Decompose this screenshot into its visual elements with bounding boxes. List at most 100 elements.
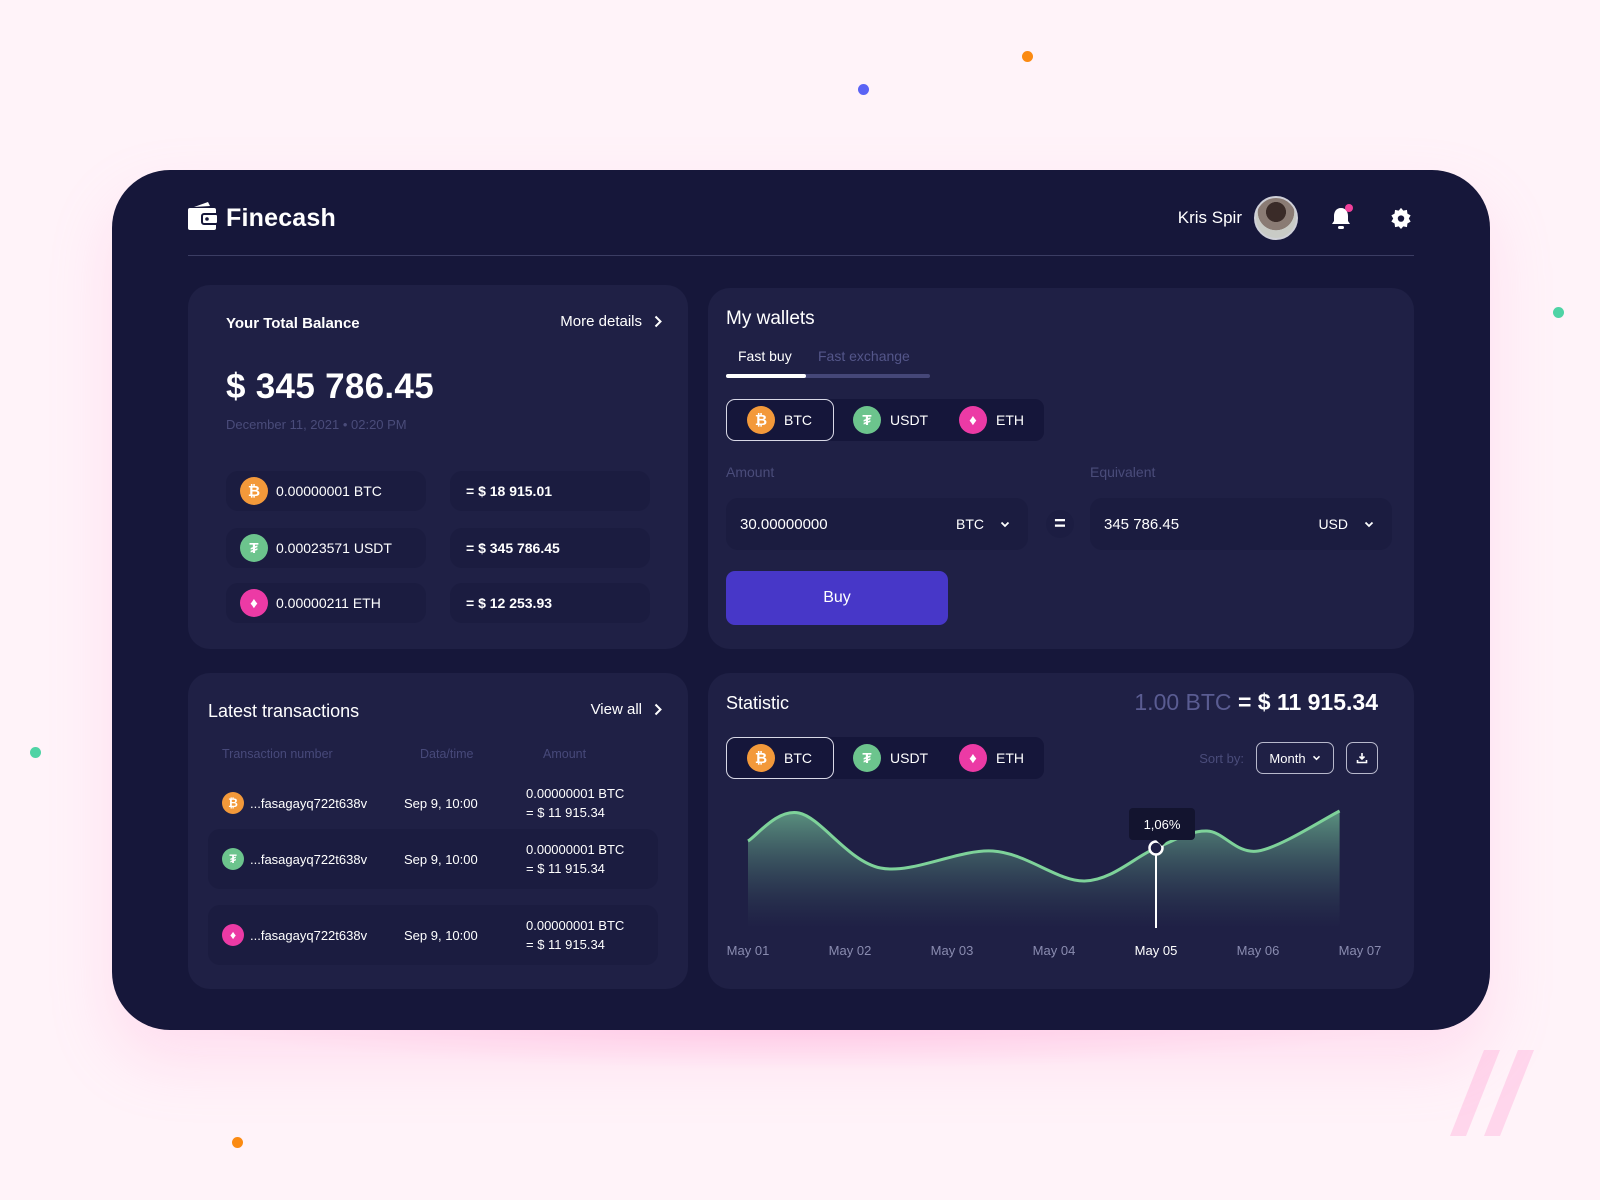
ethereum-icon: ♦ xyxy=(222,924,244,946)
tab-fast-exchange[interactable]: Fast exchange xyxy=(818,348,910,364)
notification-badge xyxy=(1345,204,1353,212)
sort-by-label: Sort by: xyxy=(1199,751,1244,766)
chevron-down-icon xyxy=(1312,755,1320,761)
coin-label: ETH xyxy=(996,412,1024,428)
asset-row-usdt: ₮ 0.00023571 USDT = $ 345 786.45 xyxy=(226,528,650,568)
amount-crypto: 0.00000001 BTC xyxy=(526,918,625,933)
amount-usd: = $ 11 915.34 xyxy=(526,861,605,876)
amount-field[interactable]: 30.00000000 BTC xyxy=(726,498,1028,550)
coin-option-usdt[interactable]: ₮ USDT xyxy=(834,737,942,779)
asset-qty: ₿ 0.00000001 BTC xyxy=(226,471,426,511)
app-window: Finecash Kris Spir Your Total Balance Mo… xyxy=(112,170,1490,1030)
chart-tooltip: 1,06% xyxy=(1129,808,1195,846)
view-all-label: View all xyxy=(590,701,642,718)
coin-option-eth[interactable]: ♦ ETH xyxy=(942,737,1042,779)
statistic-title: Statistic xyxy=(726,693,790,713)
asset-qty-text: 0.00000001 BTC xyxy=(276,483,382,499)
x-tick-label: May 03 xyxy=(931,943,974,958)
ethereum-icon: ♦ xyxy=(959,744,987,772)
amount-unit-select[interactable]: BTC xyxy=(956,516,984,532)
transaction-id: ...fasagayq722t638v xyxy=(250,795,368,811)
user-name[interactable]: Kris Spir xyxy=(1178,208,1242,228)
coin-option-usdt[interactable]: ₮ USDT xyxy=(834,399,942,441)
user-area: Kris Spir xyxy=(1178,196,1414,240)
bitcoin-icon: ₿ xyxy=(240,477,268,505)
statistic-card: Statistic 1.00 BTC = $ 11 915.34 ₿ BTC ₮ U… xyxy=(708,673,1414,989)
tether-icon: ₮ xyxy=(853,406,881,434)
bitcoin-icon: ₿ xyxy=(747,744,775,772)
equivalent-input[interactable]: 345 786.45 xyxy=(1104,516,1318,533)
my-wallets-card: My wallets Fast buy Fast exchange ₿ BTC ₮… xyxy=(708,288,1414,649)
balance-title: Your Total Balance xyxy=(226,315,360,332)
asset-value: = $ 18 915.01 xyxy=(450,471,650,511)
table-row[interactable]: ♦ ...fasagayq722t638v Sep 9, 10:00 0.0000… xyxy=(208,905,658,965)
asset-qty-text: 0.00000211 ETH xyxy=(276,595,381,611)
statistic-coin-switch: ₿ BTC ₮ USDT ♦ ETH xyxy=(726,737,1044,779)
sort-select[interactable]: Month xyxy=(1256,742,1334,774)
x-tick-label: May 01 xyxy=(727,943,770,958)
column-header: Data/time xyxy=(420,747,474,761)
tab-fast-buy[interactable]: Fast buy xyxy=(738,348,792,364)
more-details-link[interactable]: More details xyxy=(560,313,662,330)
statistic-chart: May 01 May 02 May 03 May 04 May 05 May 06 May … xyxy=(727,809,1381,958)
decor-dot-teal xyxy=(1553,307,1564,318)
brand-name: Finecash xyxy=(226,204,336,232)
tether-icon: ₮ xyxy=(240,534,268,562)
coin-option-btc[interactable]: ₿ BTC xyxy=(726,399,834,441)
equivalent-field[interactable]: 345 786.45 USD xyxy=(1090,498,1392,550)
transactions-title: Latest transactions xyxy=(208,701,360,721)
transaction-date: Sep 9, 10:00 xyxy=(404,795,478,811)
x-tick-label: May 05 xyxy=(1135,943,1178,958)
amount-input[interactable]: 30.00000000 xyxy=(740,516,956,533)
settings-button[interactable] xyxy=(1388,205,1414,231)
tether-icon: ₮ xyxy=(853,744,881,772)
equivalent-unit-select[interactable]: USD xyxy=(1318,516,1348,532)
column-header: Transaction number xyxy=(222,747,333,761)
buy-button[interactable]: Buy xyxy=(726,571,948,625)
transaction-amount: 0.00000001 BTC = $ 11 915.34 xyxy=(526,916,624,954)
wallets-title: My wallets xyxy=(726,308,815,329)
download-button[interactable] xyxy=(1346,742,1378,774)
column-header: Amount xyxy=(543,747,587,761)
ethereum-icon: ♦ xyxy=(959,406,987,434)
asset-value: = $ 345 786.45 xyxy=(450,528,650,568)
notifications-button[interactable] xyxy=(1328,204,1354,231)
decor-slashes xyxy=(1450,1050,1534,1136)
wallet-coin-switch: ₿ BTC ₮ USDT ♦ ETH xyxy=(726,399,1044,441)
coin-label: BTC xyxy=(784,412,812,428)
table-row[interactable]: ₮ ...fasagayq722t638v Sep 9, 10:00 0.0000… xyxy=(208,829,658,889)
amount-label: Amount xyxy=(726,464,775,480)
chevron-down-icon[interactable] xyxy=(1364,521,1374,528)
avatar[interactable] xyxy=(1254,196,1298,240)
coin-option-btc[interactable]: ₿ BTC xyxy=(726,737,834,779)
decor-dot-blue xyxy=(858,84,869,95)
amount-crypto: 0.00000001 BTC xyxy=(526,786,625,801)
chevron-right-icon xyxy=(654,703,662,716)
asset-qty: ♦ 0.00000211 ETH xyxy=(226,583,426,623)
balance-date: December 11, 2021 • 02:20 PM xyxy=(226,417,407,432)
coin-label: ETH xyxy=(996,750,1024,766)
gear-icon xyxy=(1391,207,1411,229)
coin-option-eth[interactable]: ♦ ETH xyxy=(942,399,1042,441)
brand-logo[interactable]: Finecash xyxy=(188,202,336,235)
decor-dot-orange xyxy=(232,1137,243,1148)
sort-value: Month xyxy=(1269,750,1306,766)
view-all-link[interactable]: View all xyxy=(591,701,662,718)
ethereum-icon: ♦ xyxy=(240,589,268,617)
chevron-right-icon xyxy=(654,315,662,328)
chevron-down-icon[interactable] xyxy=(1000,521,1010,528)
wallet-icon xyxy=(188,202,219,235)
decor-dot-teal xyxy=(30,747,41,758)
tab-indicator xyxy=(726,374,806,378)
total-balance-card: Your Total Balance More details $ 345 78… xyxy=(188,285,688,649)
x-tick-label: May 04 xyxy=(1033,943,1076,958)
exchange-rate: 1.00 BTC = $ 11 915.34 xyxy=(1134,689,1378,716)
transaction-id: ...fasagayq722t638v xyxy=(250,927,368,943)
table-row[interactable]: ₿ ...fasagayq722t638v Sep 9, 10:00 0.0000… xyxy=(208,773,658,833)
transaction-date: Sep 9, 10:00 xyxy=(404,851,478,867)
bitcoin-icon: ₿ xyxy=(747,406,775,434)
equals-sign: = xyxy=(1046,510,1074,538)
amount-usd: = $ 11 915.34 xyxy=(526,937,605,952)
coin-label: USDT xyxy=(890,412,929,428)
coin-label: USDT xyxy=(890,750,929,766)
